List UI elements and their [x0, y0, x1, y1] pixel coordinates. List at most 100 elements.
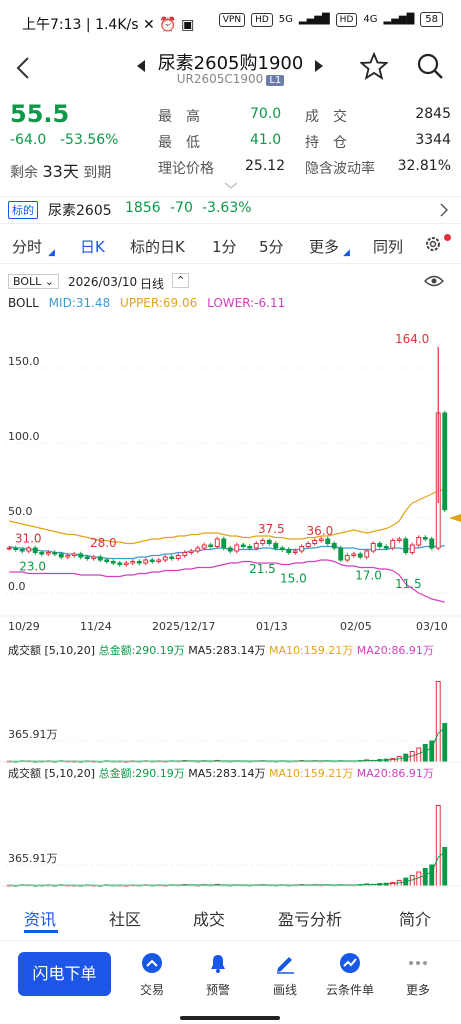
candle-body	[266, 540, 272, 544]
iv-label: 隐含波动率	[305, 161, 375, 177]
alert-button[interactable]: 预警	[188, 950, 248, 998]
volume-bar	[422, 744, 428, 763]
more-button[interactable]: 更多	[388, 950, 448, 998]
candle-body	[273, 543, 279, 549]
boll-upper: UPPER:69.06	[120, 296, 198, 310]
collapse-toggle-icon[interactable]: ⌃	[172, 273, 190, 288]
tab-same-list[interactable]: 同列	[373, 236, 403, 257]
candle-body	[32, 547, 38, 553]
eye-icon[interactable]	[424, 274, 444, 288]
underlying-name: 尿素2605	[48, 203, 112, 219]
price-annotation: 17.0	[355, 569, 382, 583]
candle-body	[234, 544, 240, 552]
tab-intro[interactable]: 简介	[399, 906, 431, 930]
draw-line-button[interactable]: 画线	[255, 950, 315, 998]
volume-chart-2[interactable]: 365.91万	[0, 800, 461, 888]
candle-body	[344, 555, 350, 561]
expand-chevron-icon[interactable]	[224, 182, 238, 190]
candle-body	[247, 546, 253, 549]
signal-icon-2: ▂▄▆█	[383, 14, 415, 25]
cloud-order-button[interactable]: 云条件单	[320, 950, 380, 998]
candle-body	[39, 552, 45, 555]
tab-news[interactable]: 资讯	[24, 906, 56, 930]
vol-ma20: MA20:86.91万	[356, 644, 434, 657]
alert-label: 预警	[205, 983, 230, 997]
candle-body	[292, 550, 298, 553]
chevron-right-icon[interactable]	[440, 203, 448, 217]
tab-intraday[interactable]: 分时	[12, 236, 42, 257]
tab-5min[interactable]: 5分	[259, 236, 284, 257]
price-annotation: 11.5	[395, 577, 422, 591]
x-tick-label: 11/24	[80, 620, 112, 633]
vol-ma20-2: MA20:86.91万	[356, 767, 434, 780]
tab-trades[interactable]: 成交	[193, 906, 225, 930]
y-tick-label: 0.0	[8, 580, 26, 593]
candle-body	[214, 538, 220, 547]
tab-more[interactable]: 更多	[309, 236, 339, 257]
underlying-strip[interactable]: 标的 尿素2605 1856 -70 -3.63%	[0, 196, 461, 224]
candle-body	[97, 556, 103, 561]
mute-icon: ✕ ⏰ ▣	[143, 17, 195, 33]
settings-icon[interactable]	[423, 234, 443, 254]
boll-lower: LOWER:-6.11	[207, 296, 286, 310]
indicator-selector[interactable]: BOLL ⌄	[8, 274, 59, 289]
candle-body	[6, 547, 12, 550]
expire-label: 到期	[83, 165, 112, 181]
search-icon[interactable]	[416, 52, 444, 80]
candle-body	[162, 556, 168, 561]
candle-body	[396, 538, 402, 541]
volume-chart-1[interactable]: 365.91万	[0, 676, 461, 764]
candle-body	[91, 556, 97, 559]
vol-ma5-line	[9, 851, 446, 886]
kline-chart[interactable]: 150.0 100.0 50.0 0.0 164.0 31.0 28.0 23.0 37.5 36…	[0, 318, 461, 638]
chart-period: 日线	[140, 277, 165, 291]
price-change-pct: -53.56%	[60, 132, 119, 148]
candle-body	[149, 559, 155, 562]
high-label: 最 高	[158, 109, 200, 125]
price-annotation: 31.0	[15, 532, 42, 546]
candle-body	[136, 561, 142, 564]
quote-panel: 55.5 -64.0 -53.56% 剩余 33天 到期 最 高 70.0 最 …	[0, 98, 461, 194]
tab-intraday-dropdown-icon[interactable]: ◢	[48, 248, 55, 258]
tab-daily-k[interactable]: 日K	[80, 236, 105, 257]
candle-body	[409, 544, 415, 553]
star-icon[interactable]	[360, 52, 388, 80]
next-contract-icon[interactable]	[314, 60, 324, 72]
candle-body	[169, 556, 175, 559]
underlying-price: 1856	[125, 200, 161, 216]
hd-badge-2: HD	[335, 12, 358, 27]
trade-button[interactable]: 交易	[122, 950, 182, 998]
vpn-badge: VPN	[218, 12, 246, 27]
boll-mid: MID:31.48	[48, 296, 111, 310]
status-bar: 上午7:13 | 1.4K/s ✕ ⏰ ▣ VPN HD 5G ▂▄▆█ HD …	[0, 0, 461, 44]
chart-config-row: BOLL ⌄ 2026/03/10 日线 ⌃ BOLL MID:31.48 UP…	[0, 270, 461, 310]
tab-more-dropdown-icon[interactable]: ◢	[343, 248, 350, 258]
y-tick-label: 100.0	[8, 430, 40, 443]
underlying-change-pct: -3.63%	[202, 200, 252, 216]
candle-body	[175, 555, 181, 559]
candle-body	[13, 547, 19, 550]
tab-community[interactable]: 社区	[109, 906, 141, 930]
candle-body	[253, 543, 259, 549]
indicator-name: BOLL	[13, 275, 42, 288]
candle-body	[357, 553, 363, 558]
oi-label: 持 仓	[305, 135, 347, 151]
candle-body	[312, 540, 318, 544]
candle-body	[104, 559, 110, 562]
vol-label-2: 成交额	[8, 767, 41, 780]
candle-body	[377, 543, 383, 547]
flash-order-button[interactable]: 闪电下单	[18, 952, 111, 996]
candle-body	[26, 547, 32, 552]
volume-bar	[416, 747, 422, 763]
low-label: 最 低	[158, 135, 200, 151]
candle-body	[227, 547, 233, 552]
tab-1min[interactable]: 1分	[212, 236, 237, 257]
volume-label: 成 交	[305, 109, 347, 125]
remain-days: 33天	[42, 162, 79, 181]
trade-icon	[142, 953, 162, 973]
boll-label: BOLL	[8, 296, 39, 310]
candle-body	[318, 538, 324, 541]
tab-pnl-analysis[interactable]: 盈亏分析	[278, 906, 342, 930]
more-label: 更多	[405, 983, 430, 997]
tab-underlying-daily-k[interactable]: 标的日K	[130, 236, 185, 257]
